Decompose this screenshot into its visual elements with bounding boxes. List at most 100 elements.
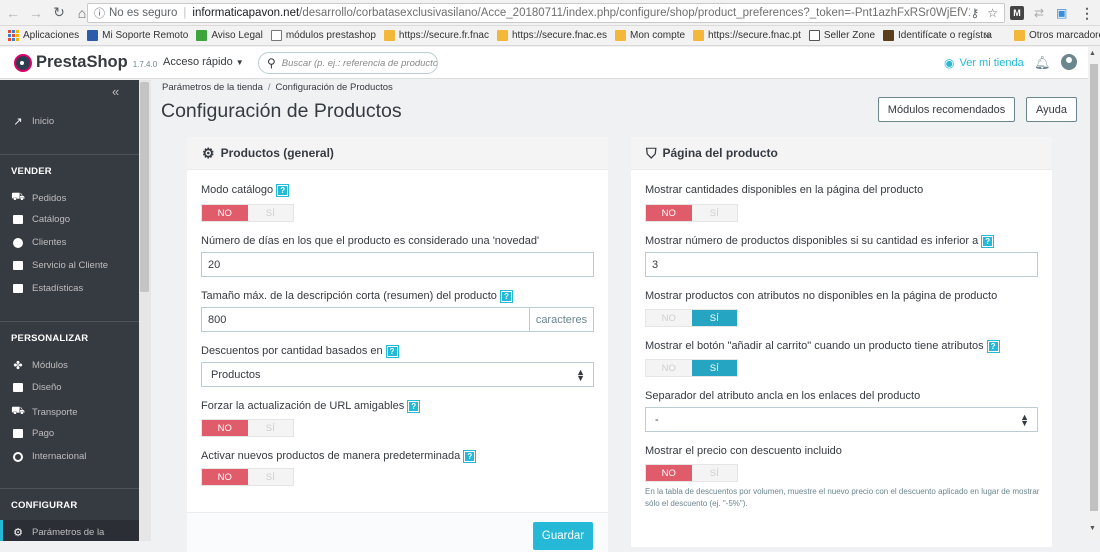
version-label: 1.7.4.0 (132, 60, 158, 69)
user-account-icon[interactable] (1061, 54, 1077, 70)
help-icon[interactable]: ? (982, 235, 994, 247)
info-icon[interactable]: ⓘ (94, 5, 105, 21)
bookmark-aviso-legal[interactable]: Aviso Legal (196, 30, 263, 41)
extension-translate-icon[interactable]: ⇄ (1034, 4, 1044, 22)
seller-icon (808, 30, 820, 41)
new-days-input[interactable]: 20 (201, 252, 594, 277)
force-url-switch[interactable]: NO SÍ (201, 419, 294, 437)
bookmark-label: https://secure.fnac.es (511, 30, 608, 41)
sidebar-item-customers[interactable]: Clientes (12, 237, 66, 248)
switch-yes-option[interactable]: SÍ (691, 360, 737, 376)
bookmark-identificate[interactable]: Identifícate o regístra (883, 30, 992, 41)
search-input[interactable]: ⚲ Buscar (p. ej.: referencia de producto… (258, 52, 438, 74)
catalog-mode-label: Modo catálogo? (201, 184, 289, 196)
bookmark-apps[interactable]: Aplicaciones (8, 30, 79, 41)
notifications-bell-icon[interactable]: 🔔︎ (1034, 55, 1051, 71)
switch-yes-option[interactable]: SÍ (247, 420, 293, 436)
qty-discount-select[interactable]: Productos ▲ ▼ (201, 362, 594, 387)
sidebar-item-international[interactable]: Internacional (12, 451, 86, 462)
folder-icon (1014, 30, 1025, 41)
sidebar-item-design[interactable]: Diseño (12, 382, 62, 393)
bookmark-fnac-fr[interactable]: https://secure.fr.fnac (383, 30, 489, 41)
bookmark-modulos[interactable]: módulos prestashop (270, 30, 376, 41)
sidebar-scrollbar-thumb[interactable] (140, 82, 149, 292)
sidebar-item-payment[interactable]: Pago (12, 428, 54, 439)
catalog-mode-switch[interactable]: NO SÍ (201, 204, 294, 222)
back-icon[interactable]: ← (3, 3, 23, 23)
discount-price-switch[interactable]: NO SÍ (645, 464, 738, 482)
show-qty-switch[interactable]: NO SÍ (645, 204, 738, 222)
switch-no-option[interactable]: NO (646, 310, 692, 326)
switch-no-option[interactable]: NO (646, 205, 692, 221)
switch-no-option[interactable]: NO (202, 205, 248, 221)
bookmarks-more-icon[interactable]: » (984, 30, 990, 42)
anchor-separator-select[interactable]: - ▲ ▼ (645, 407, 1038, 432)
anchor-separator-label: Separador del atributo ancla en los enla… (645, 390, 921, 402)
switch-yes-option[interactable]: SÍ (247, 205, 293, 221)
cart-icon: ⛟ (11, 191, 25, 203)
bookmark-other[interactable]: Otros marcadores (1014, 30, 1100, 41)
prestashop-logo[interactable]: PrestaShop 1.7.4.0 (14, 53, 157, 72)
low-stock-input[interactable]: 3 (645, 252, 1038, 277)
activate-new-switch[interactable]: NO SÍ (201, 468, 294, 486)
switch-yes-option[interactable]: SÍ (247, 469, 293, 485)
bookmark-fnac-pt[interactable]: https://secure.fnac.pt (693, 30, 801, 41)
sidebar-item-modules[interactable]: ✤ Módulos (12, 359, 68, 372)
quick-access-dropdown[interactable]: Acceso rápido ▼ (163, 56, 244, 68)
recommended-modules-button[interactable]: Módulos recomendados (878, 97, 1015, 122)
extension-m-icon[interactable]: M (1010, 6, 1024, 20)
star-icon[interactable]: ☆ (987, 6, 998, 20)
caret-down-icon: ▼ (235, 58, 244, 67)
sidebar-item-home[interactable]: ↗ Inicio (12, 115, 54, 128)
reload-icon[interactable]: ↻ (49, 3, 69, 23)
bookmark-remote-support[interactable]: Mi Soporte Remoto (87, 30, 188, 41)
sidebar-item-label: Parámetros de la (32, 527, 105, 538)
switch-no-option[interactable]: NO (202, 420, 248, 436)
page-scrollbar-thumb[interactable] (1090, 64, 1098, 511)
low-stock-label: Mostrar número de productos disponibles … (645, 235, 994, 247)
view-store-link[interactable]: ◉ Ver mi tienda (944, 56, 1024, 70)
short-desc-input[interactable]: 800 (201, 307, 530, 332)
help-icon[interactable]: ? (386, 345, 398, 357)
switch-yes-option[interactable]: SÍ (691, 310, 737, 326)
address-bar[interactable]: ⓘ No es seguro | informaticapavon.net /d… (87, 3, 1005, 23)
sidebar-item-shop-params[interactable]: ⚙ Parámetros de la (12, 526, 104, 539)
sidebar-item-stats[interactable]: Estadísticas (12, 283, 83, 294)
bookmark-mon-compte[interactable]: Mon compte (615, 30, 685, 41)
panel-header: ⚙ Productos (general) (187, 137, 608, 170)
help-icon[interactable]: ? (464, 450, 476, 462)
extension-blue-icon[interactable]: ▣ (1056, 4, 1067, 22)
collapse-sidebar-icon[interactable]: « (112, 84, 119, 99)
discount-price-label: Mostrar el precio con descuento incluido (645, 445, 842, 457)
help-icon[interactable]: ? (987, 340, 999, 352)
bookmark-fnac-es[interactable]: https://secure.fnac.es (496, 30, 608, 41)
switch-yes-option[interactable]: SÍ (691, 205, 737, 221)
scroll-up-icon[interactable]: ▲ (1089, 50, 1096, 57)
help-icon[interactable]: ? (408, 400, 420, 412)
bookmark-label: Otros marcadores (1029, 30, 1100, 41)
scroll-down-icon[interactable]: ▼ (1089, 525, 1096, 532)
sort-caret-icon: ▲ ▼ (576, 367, 585, 383)
bookmark-seller-zone[interactable]: Seller Zone (808, 30, 875, 41)
sidebar-item-customer-service[interactable]: Servicio al Cliente (12, 260, 108, 271)
panel-title: Página del producto (662, 146, 778, 160)
switch-no-option[interactable]: NO (646, 465, 692, 481)
sidebar-item-catalog[interactable]: Catálogo (12, 214, 70, 225)
save-button[interactable]: Guardar (533, 522, 593, 550)
switch-no-option[interactable]: NO (202, 469, 248, 485)
add-to-cart-switch[interactable]: NO SÍ (645, 359, 738, 377)
breadcrumb-parent[interactable]: Parámetros de la tienda (162, 82, 263, 93)
help-icon[interactable]: ? (277, 184, 289, 196)
show-unavailable-switch[interactable]: NO SÍ (645, 309, 738, 327)
forward-icon[interactable]: → (26, 3, 46, 23)
help-icon[interactable]: ? (500, 290, 512, 302)
key-icon[interactable]: ⚷ (970, 6, 979, 20)
help-button[interactable]: Ayuda (1026, 97, 1077, 122)
switch-no-option[interactable]: NO (646, 360, 692, 376)
switch-yes-option[interactable]: SÍ (691, 465, 737, 481)
sidebar-item-shipping[interactable]: ⛟ Transporte (11, 405, 78, 419)
eye-icon: ◉ (944, 56, 955, 70)
browser-menu-icon[interactable]: ⋮ (1080, 4, 1094, 22)
general-products-panel: ⚙ Productos (general) Modo catálogo? NO … (187, 137, 608, 552)
sidebar-item-orders[interactable]: ⛟ Pedidos (11, 191, 66, 205)
